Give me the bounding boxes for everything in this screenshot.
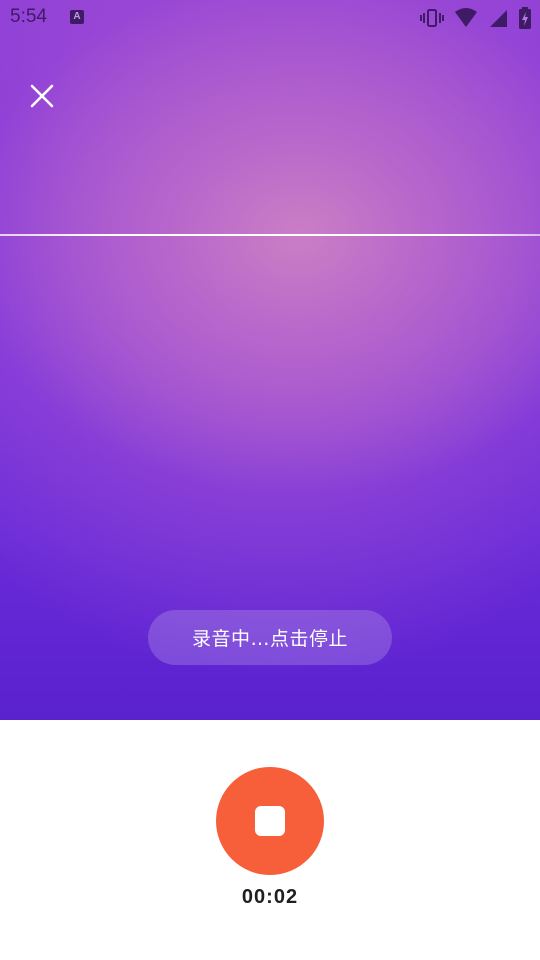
recording-visualizer-background: 5:54 A 录音中…点击停止 <box>0 0 540 720</box>
recording-hint-text: 录音中…点击停止 <box>191 628 348 650</box>
recording-hint-pill: 录音中…点击停止 <box>148 610 392 665</box>
audio-waveform-line <box>0 234 540 236</box>
status-bar: 5:54 A <box>0 0 540 36</box>
recording-timer: 00:02 <box>241 886 299 908</box>
app-notification-icon: A <box>70 10 84 24</box>
battery-charging-icon <box>518 7 532 29</box>
stop-recording-button[interactable] <box>216 767 324 875</box>
wifi-icon <box>454 8 478 28</box>
cell-signal-icon <box>488 8 508 28</box>
recording-screen: 5:54 A 录音中…点击停止 00:02 <box>0 0 540 960</box>
status-icons <box>420 6 532 30</box>
close-icon <box>26 84 58 116</box>
close-button[interactable] <box>26 80 58 112</box>
status-time: 5:54 <box>10 6 47 27</box>
vibrate-icon <box>420 8 444 28</box>
stop-icon <box>255 806 285 836</box>
